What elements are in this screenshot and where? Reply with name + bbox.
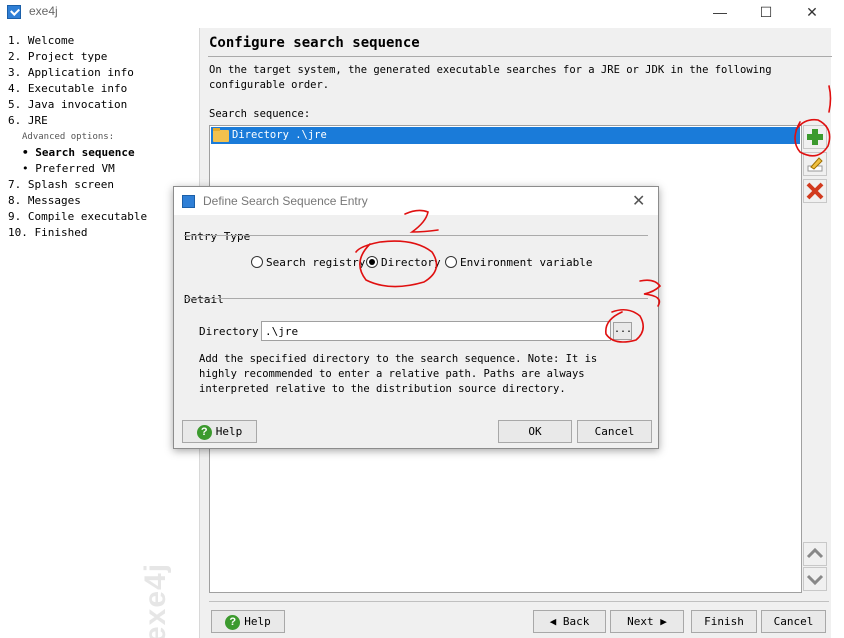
steps-panel: 1. Welcome 2. Project type 3. Applicatio…: [0, 30, 198, 638]
directory-input[interactable]: [261, 321, 611, 341]
list-item[interactable]: Directory .\jre: [211, 127, 800, 144]
radio-environment-variable[interactable]: Environment variable: [445, 256, 592, 269]
exe4j-watermark: exe4j: [139, 562, 173, 638]
close-button[interactable]: ✕: [789, 0, 835, 26]
back-button[interactable]: ◀ Back: [533, 610, 606, 633]
folder-icon: [213, 128, 229, 142]
dialog-close-icon[interactable]: ✕: [632, 191, 645, 211]
title-divider: [208, 56, 832, 57]
radio-icon: [251, 256, 263, 268]
radio-icon: [445, 256, 457, 268]
app-icon: [182, 195, 195, 208]
plus-icon: [807, 129, 823, 145]
directory-label: Directory:: [199, 325, 266, 338]
step-project-type[interactable]: 2. Project type: [8, 49, 107, 65]
pencil-icon: [807, 157, 823, 172]
ok-button[interactable]: OK: [498, 420, 572, 443]
directory-description: Add the specified directory to the searc…: [199, 353, 598, 395]
step-preferred-vm[interactable]: • Preferred VM: [22, 161, 115, 177]
delete-icon: [806, 182, 824, 200]
detail-label: Detail: [184, 293, 224, 306]
minimize-button[interactable]: —: [697, 0, 743, 26]
chevron-down-icon: [806, 574, 824, 586]
detail-divider: [184, 298, 648, 299]
step-splash-screen[interactable]: 7. Splash screen: [8, 177, 114, 193]
dialog-cancel-button[interactable]: Cancel: [577, 420, 652, 443]
scrollbar[interactable]: [833, 28, 844, 638]
help-icon: ?: [196, 424, 212, 440]
radio-checked-icon: [366, 256, 378, 268]
maximize-button[interactable]: ☐: [743, 0, 789, 26]
dialog-title-bar: Define Search Sequence Entry ✕: [174, 187, 658, 215]
entry-type-divider: [184, 235, 648, 236]
page-description: On the target system, the generated exec…: [209, 64, 772, 91]
move-down-button[interactable]: [803, 567, 827, 591]
bottom-divider: [209, 601, 829, 602]
remove-entry-button[interactable]: [803, 179, 827, 203]
app-icon: [7, 5, 21, 19]
finish-button[interactable]: Finish: [691, 610, 757, 633]
cancel-button[interactable]: Cancel: [761, 610, 826, 633]
add-entry-button[interactable]: [803, 125, 827, 149]
advanced-options-label: Advanced options:: [22, 132, 115, 142]
step-compile-executable[interactable]: 9. Compile executable: [8, 209, 147, 225]
next-button[interactable]: Next ▶: [610, 610, 684, 633]
dialog-title: Define Search Sequence Entry: [203, 194, 368, 208]
step-search-sequence[interactable]: • Search sequence: [22, 145, 135, 161]
window-title: exe4j: [29, 4, 58, 18]
step-executable-info[interactable]: 4. Executable info: [8, 81, 127, 97]
title-bar: exe4j — ☐ ✕: [0, 0, 844, 26]
chevron-up-icon: [806, 547, 824, 559]
help-button[interactable]: ? Help: [211, 610, 285, 633]
step-welcome[interactable]: 1. Welcome: [8, 33, 74, 49]
edit-entry-button[interactable]: [803, 152, 827, 176]
move-up-button[interactable]: [803, 542, 827, 566]
entry-type-label: Entry Type: [184, 230, 251, 243]
step-jre[interactable]: 6. JRE: [8, 113, 48, 129]
step-finished[interactable]: 10. Finished: [8, 225, 87, 241]
browse-button[interactable]: ...: [613, 322, 632, 340]
search-sequence-label: Search sequence:: [209, 108, 311, 120]
step-java-invocation[interactable]: 5. Java invocation: [8, 97, 127, 113]
radio-search-registry[interactable]: Search registry: [251, 256, 365, 269]
step-messages[interactable]: 8. Messages: [8, 193, 81, 209]
page-title: Configure search sequence: [209, 35, 420, 51]
step-application-info[interactable]: 3. Application info: [8, 65, 134, 81]
dialog-help-button[interactable]: ? Help: [182, 420, 257, 443]
next-arrow-icon: ▶: [660, 615, 667, 628]
define-search-sequence-dialog: Define Search Sequence Entry ✕ Entry Typ…: [173, 186, 659, 449]
radio-directory[interactable]: Directory: [366, 256, 441, 269]
help-icon: ?: [225, 614, 241, 630]
back-arrow-icon: ◀: [549, 615, 557, 628]
